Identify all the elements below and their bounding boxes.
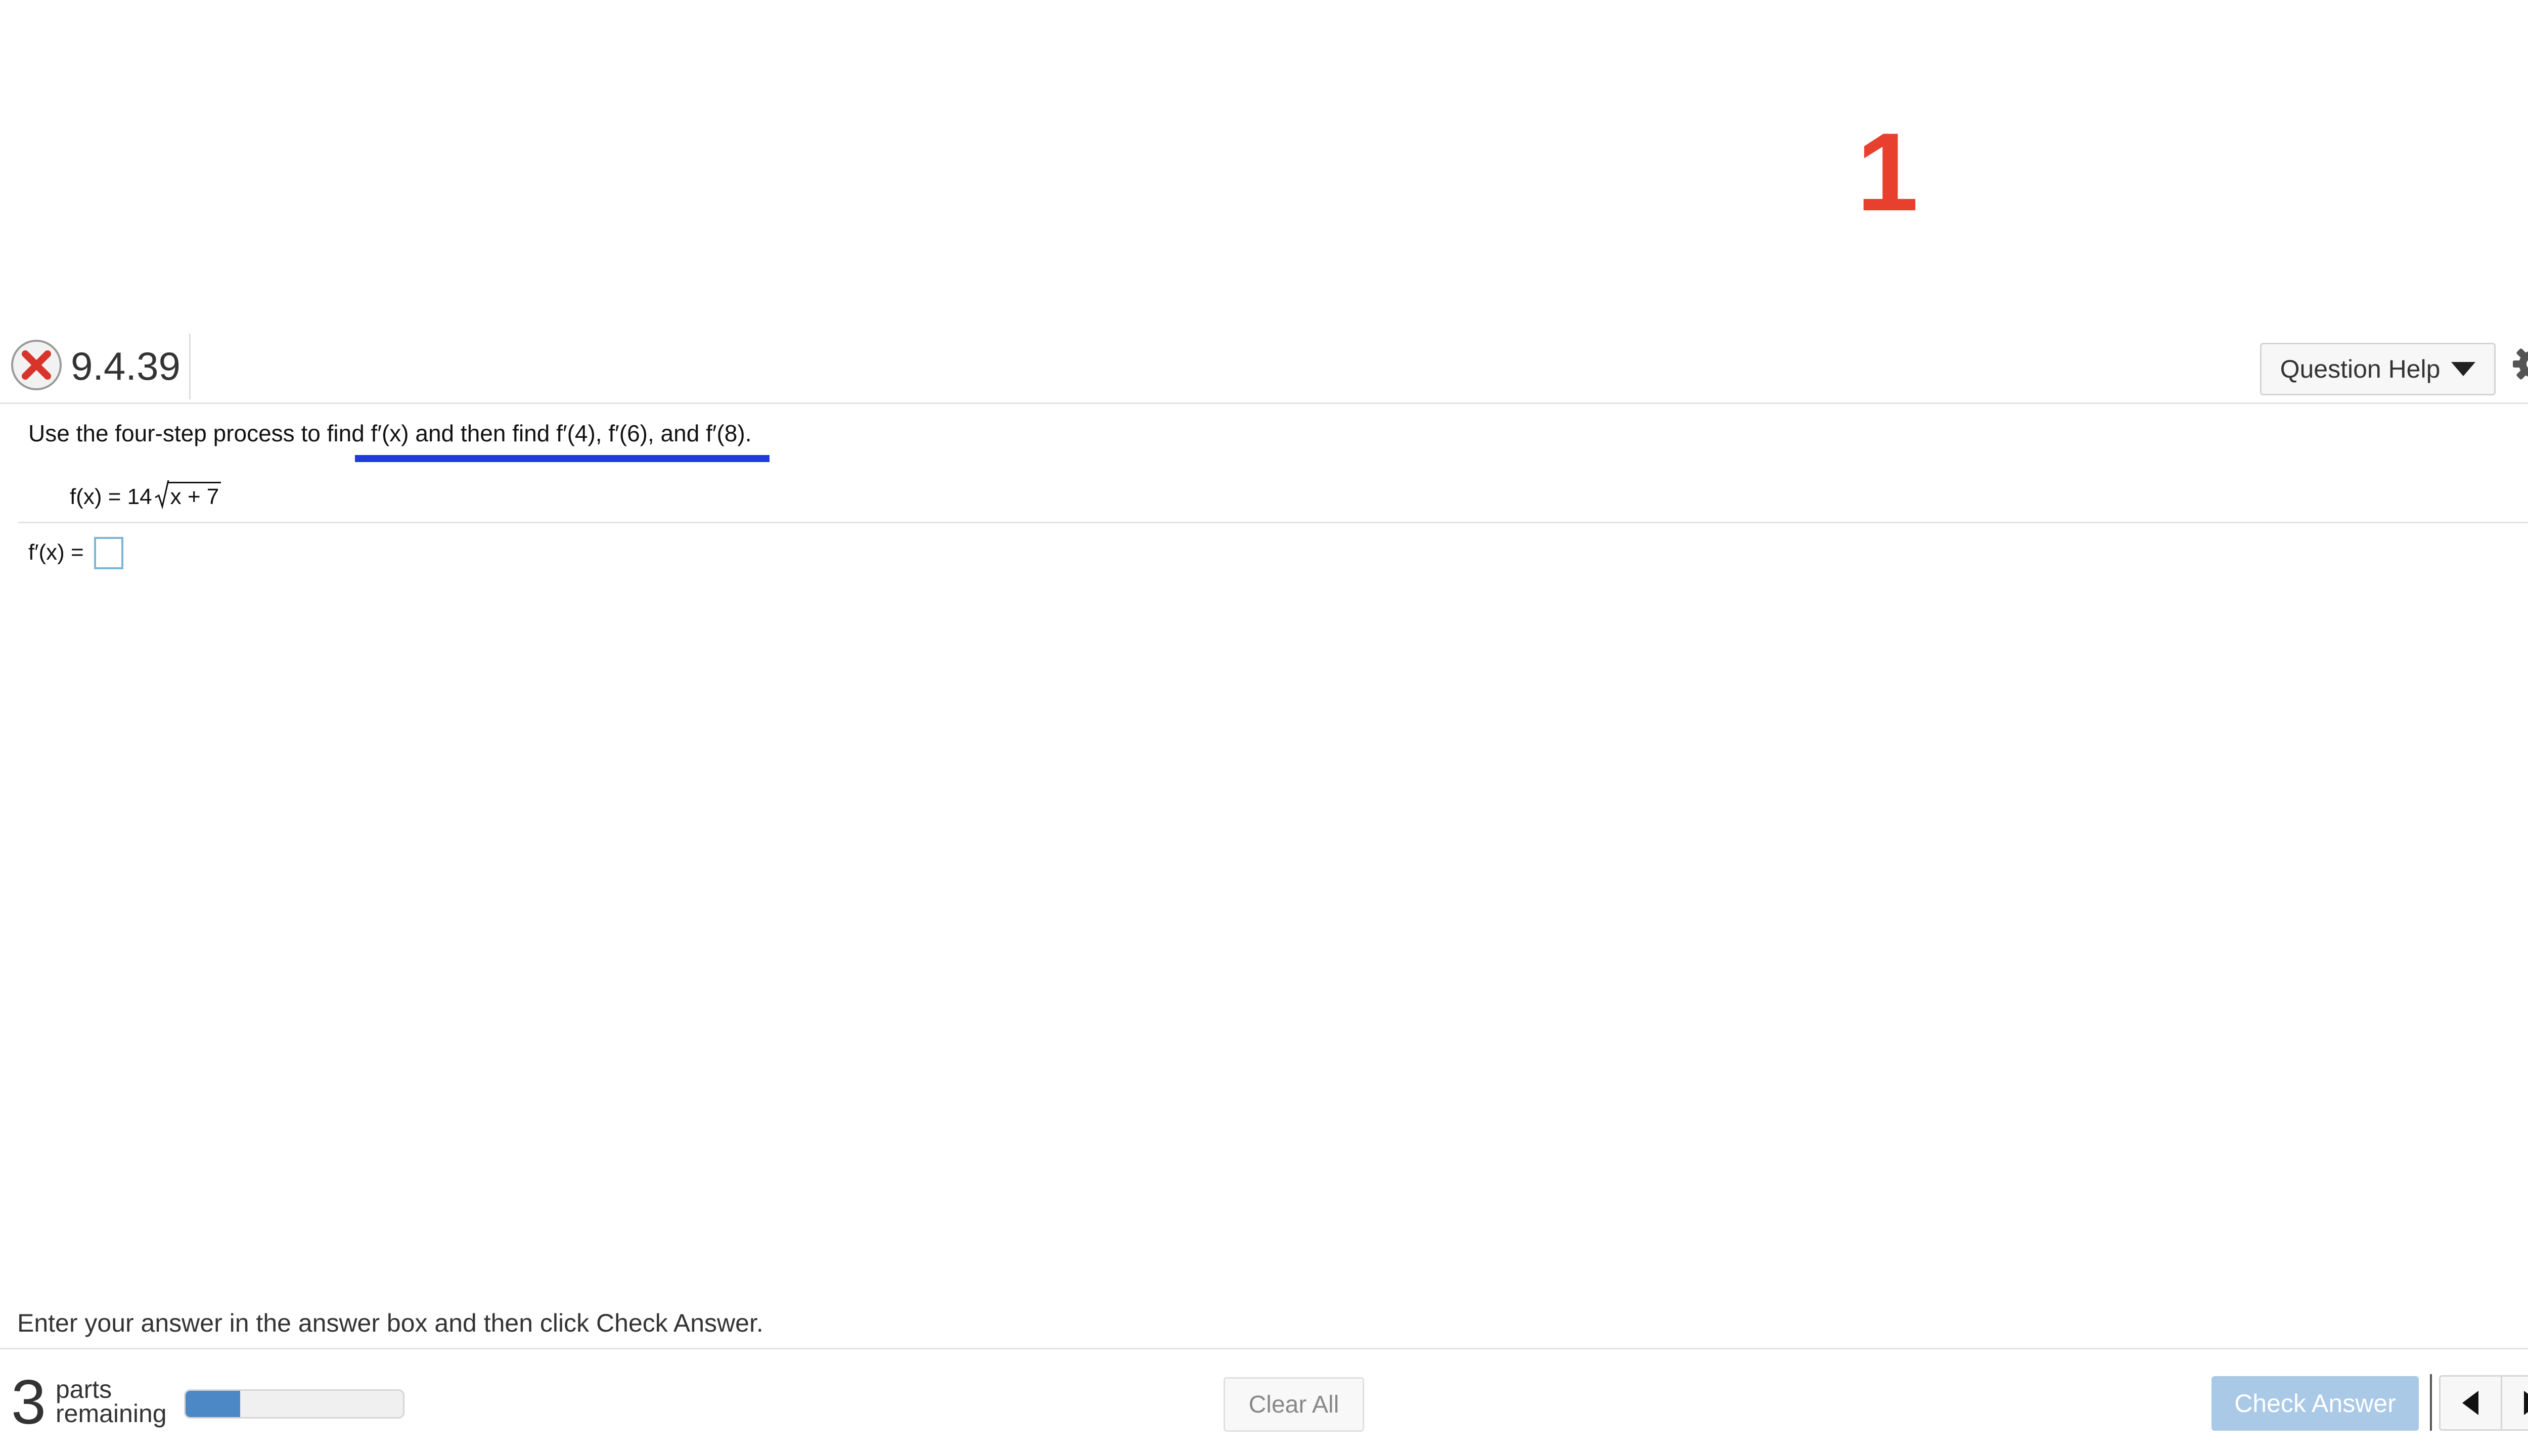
radical-sign-icon — [154, 480, 169, 510]
parts-count: 3 — [11, 1368, 46, 1437]
function-definition: f(x) = 14 x + 7 — [70, 479, 221, 510]
remaining-word: remaining — [56, 1399, 167, 1428]
answer-label: f′(x) = — [28, 540, 84, 565]
parts-progress-bar — [184, 1389, 404, 1419]
footer-divider — [0, 1348, 2528, 1349]
next-question-button[interactable] — [2500, 1377, 2528, 1429]
content-divider — [18, 522, 2528, 523]
check-answer-button[interactable]: Check Answer — [2211, 1376, 2419, 1431]
instruction-text: Enter your answer in the answer box and … — [17, 1309, 763, 1337]
gear-icon[interactable] — [2512, 344, 2528, 384]
question-prompt: Use the four-step process to find f′(x) … — [28, 420, 752, 446]
question-nav — [2439, 1375, 2528, 1431]
clear-all-button[interactable]: Clear All — [1224, 1377, 1364, 1432]
question-number: 9.4.39 — [71, 344, 180, 388]
question-help-label: Question Help — [2280, 355, 2441, 383]
annotation-underline — [355, 455, 770, 462]
nav-separator — [2430, 1374, 2432, 1431]
previous-arrow-icon — [2462, 1391, 2479, 1415]
dropdown-triangle-icon — [2451, 362, 2476, 376]
answer-input[interactable] — [94, 537, 123, 569]
previous-question-button[interactable] — [2441, 1377, 2501, 1429]
parts-word: parts — [56, 1375, 112, 1403]
page: 1 9.4.39 Question Help Use the four-step… — [0, 0, 2528, 1456]
question-help-button[interactable]: Question Help — [2260, 343, 2496, 395]
header-divider — [189, 334, 191, 399]
incorrect-x-icon — [11, 340, 62, 390]
question-header: 9.4.39 Question Help — [0, 334, 2528, 404]
function-radicand: x + 7 — [168, 482, 221, 510]
annotation-number: 1 — [1857, 110, 1919, 234]
square-root: x + 7 — [154, 479, 221, 510]
parts-remaining-label: parts remaining — [56, 1377, 167, 1426]
progress-fill — [186, 1391, 240, 1417]
function-prefix: f(x) = 14 — [70, 484, 152, 509]
next-arrow-icon — [2523, 1391, 2528, 1415]
